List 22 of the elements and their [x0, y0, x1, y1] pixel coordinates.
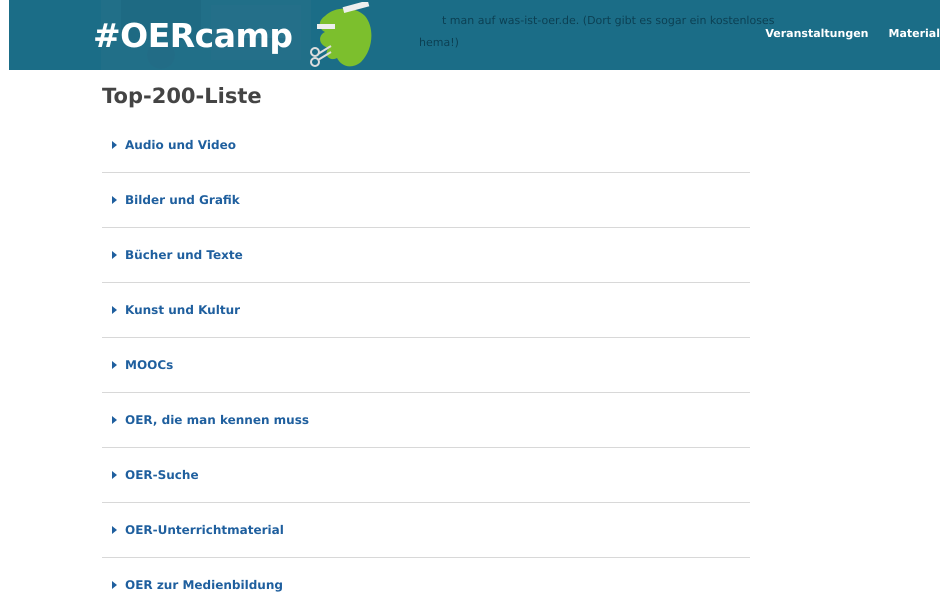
accordion-toggle[interactable]: MOOCs	[102, 358, 174, 372]
page-title: Top-200-Liste	[102, 84, 263, 108]
caret-icon	[112, 416, 117, 424]
caret-icon	[112, 251, 117, 259]
caret-icon	[112, 471, 117, 479]
caret-icon	[112, 526, 117, 534]
accordion-toggle[interactable]: Bilder und Grafik	[102, 193, 240, 207]
caret-icon	[112, 361, 117, 369]
caret-icon	[112, 306, 117, 314]
accordion-toggle[interactable]: OER, die man kennen muss	[102, 413, 310, 427]
caret-icon	[112, 141, 117, 149]
caret-icon	[112, 196, 117, 204]
nav-link[interactable]: Veranstaltungen	[765, 27, 869, 40]
caret-icon	[112, 581, 117, 589]
accordion-toggle[interactable]: Kunst und Kultur	[102, 303, 240, 317]
accordion-toggle[interactable]: OER zur Medienbildung	[102, 578, 283, 592]
accordion-toggle[interactable]: OER-Unterrichtmaterial	[102, 523, 284, 537]
accordion-toggle[interactable]: OER-Suche	[102, 468, 199, 482]
accordion-toggle[interactable]: Audio und Video	[102, 138, 236, 152]
site-logo[interactable]: #OERcamp	[93, 16, 292, 54]
nav-link[interactable]: Material	[888, 27, 940, 40]
accordion-toggle[interactable]: Bücher und Texte	[102, 248, 243, 262]
